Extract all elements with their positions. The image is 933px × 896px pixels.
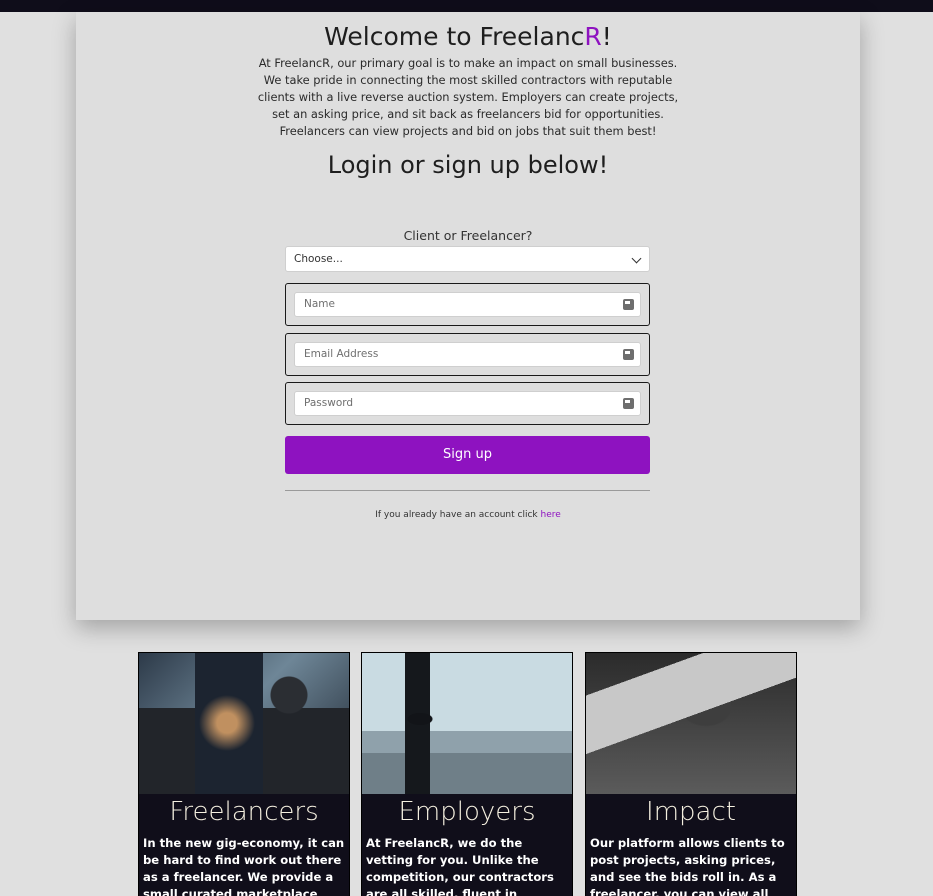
page-title: Welcome to FreelancR! (324, 22, 612, 51)
role-select[interactable]: Choose... (285, 246, 650, 272)
freelancers-card: Freelancers In the new gig-economy, it c… (138, 652, 350, 896)
freelancers-image (139, 653, 349, 794)
name-input[interactable]: Name (294, 292, 641, 317)
impact-card: Impact Our platform allows clients to po… (585, 652, 797, 896)
email-field-group: Email Address (285, 333, 650, 376)
impact-image (586, 653, 796, 794)
top-nav-bar (0, 0, 933, 12)
login-note: If you already have an account click her… (375, 510, 561, 520)
brand-accent-letter: R (584, 22, 602, 51)
divider (285, 490, 650, 491)
employers-card: Employers At FreelancR, we do the vettin… (361, 652, 573, 896)
sign-up-button[interactable]: Sign up (285, 436, 650, 474)
login-heading: Login or sign up below! (327, 151, 609, 179)
card-title: Impact (646, 797, 736, 827)
password-field-group: Password (285, 382, 650, 425)
autofill-icon[interactable] (623, 349, 634, 360)
login-panel: Welcome to FreelancR! At FreelancR, our … (76, 12, 860, 620)
card-title: Employers (398, 797, 536, 827)
employers-image (362, 653, 572, 794)
autofill-icon[interactable] (623, 398, 634, 409)
name-field-group: Name (285, 283, 650, 326)
email-input[interactable]: Email Address (294, 342, 641, 367)
card-text: Our platform allows clients to post proj… (590, 836, 785, 896)
login-link[interactable]: here (541, 510, 561, 520)
password-input[interactable]: Password (294, 391, 641, 416)
card-title: Freelancers (169, 797, 319, 827)
intro-text: At FreelancR, our primary goal is to mak… (257, 56, 679, 138)
chevron-down-icon (631, 253, 642, 264)
card-text: At FreelancR, we do the vetting for you.… (366, 836, 554, 896)
role-select-label: Client or Freelancer? (403, 228, 533, 243)
card-text: In the new gig-economy, it can be hard t… (143, 836, 345, 896)
autofill-icon[interactable] (623, 299, 634, 310)
